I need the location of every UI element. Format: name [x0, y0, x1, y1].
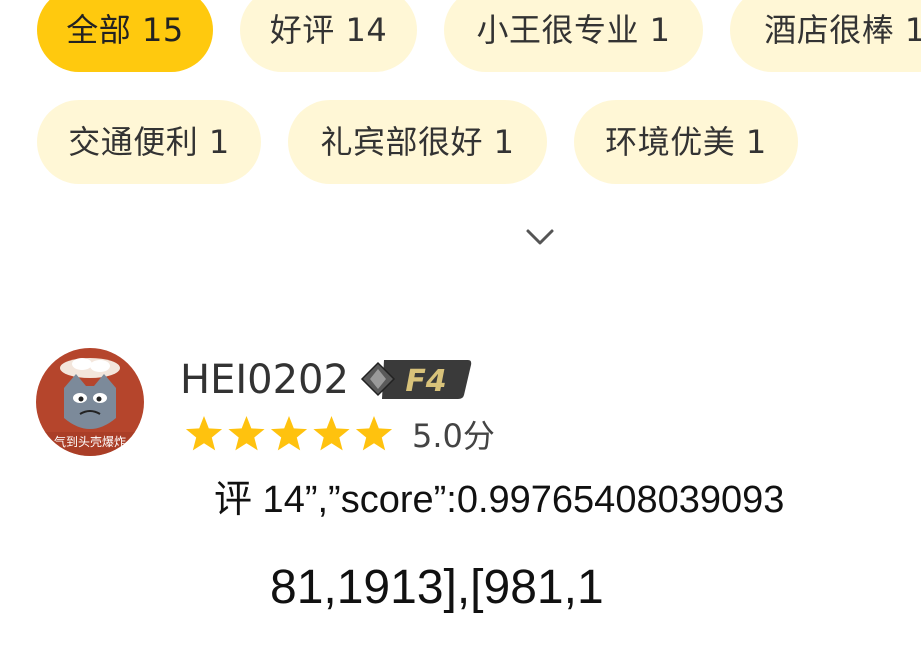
level-badge: F4	[360, 355, 472, 401]
review-text-line-2: 81,1913],[981,1	[270, 561, 604, 614]
expand-tags-button[interactable]	[520, 220, 560, 254]
rating-stars	[184, 414, 394, 456]
star-icon	[270, 416, 308, 451]
review-text-line-1: 评 14”,”score”:0.99765408039093	[214, 479, 785, 521]
avatar-image: 气到头壳爆炸	[36, 348, 144, 456]
tag-convenient-transport[interactable]: 交通便利 1	[37, 100, 261, 184]
star-icon	[228, 416, 265, 451]
tag-all[interactable]: 全部 15	[37, 0, 213, 72]
rating-score: 5.0分	[412, 417, 495, 455]
username[interactable]: HEI0202	[180, 352, 349, 408]
star-icon	[355, 416, 393, 451]
tag-concierge-good[interactable]: 礼宾部很好 1	[288, 100, 547, 184]
svg-text:气到头壳爆炸: 气到头壳爆炸	[54, 434, 126, 449]
chevron-down-icon	[526, 229, 554, 245]
tag-xiaowang-professional[interactable]: 小王很专业 1	[444, 0, 703, 72]
avatar[interactable]: 气到头壳爆炸	[36, 348, 144, 456]
level-badge-label: F4	[405, 364, 446, 399]
star-icon	[185, 416, 223, 451]
star-icon	[313, 416, 350, 451]
tag-positive[interactable]: 好评 14	[240, 0, 417, 72]
tag-beautiful-environment[interactable]: 环境优美 1	[574, 100, 798, 184]
tag-hotel-great[interactable]: 酒店很棒 1	[730, 0, 921, 72]
